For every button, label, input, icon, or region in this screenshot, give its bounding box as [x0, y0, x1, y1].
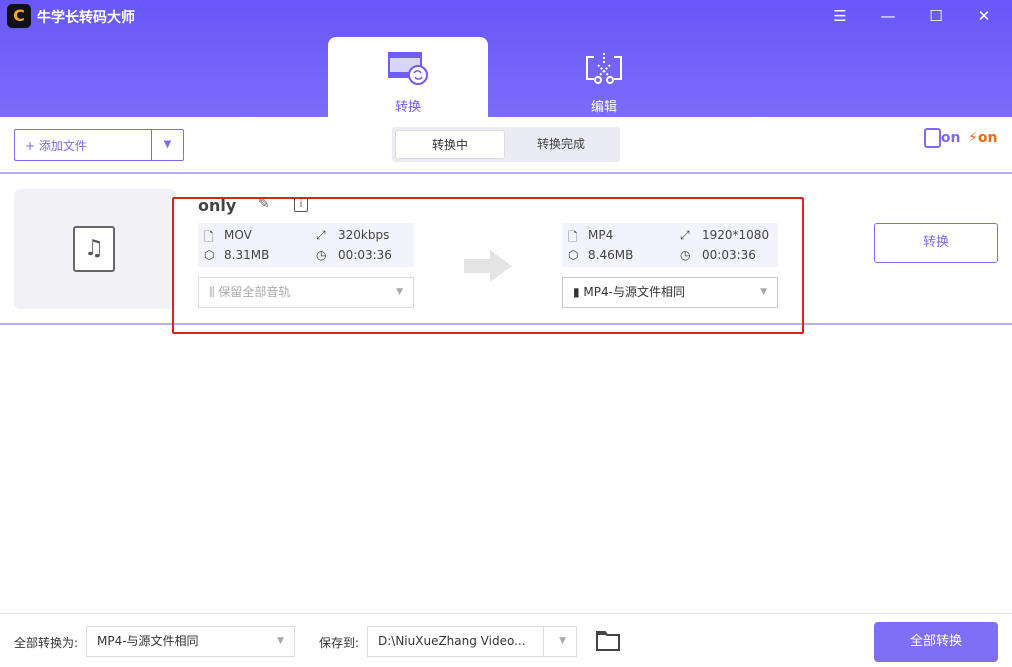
app-title: 牛学长转码大师 [37, 10, 135, 26]
add-file-label: 添加文件 [38, 138, 87, 153]
tab-converting[interactable]: 转换中 [395, 130, 505, 159]
footer: 全部转换为: MP4-与源文件相同 ▼ 保存到: D:\NiuXueZhang V… [0, 613, 1012, 667]
add-file-main[interactable]: + 添加文件 [15, 137, 151, 154]
gpu-on-label: on [940, 130, 961, 146]
tab-convert[interactable]: 转换 [328, 37, 488, 117]
speed-on-label: on [977, 130, 998, 146]
convert-video-icon [388, 52, 428, 85]
gpu-acceleration-icon[interactable]: on [924, 128, 961, 148]
scissors-icon [586, 53, 622, 84]
speed-boost-icon[interactable]: ⚡on [968, 130, 997, 146]
highlight-box [172, 197, 804, 334]
folder-icon[interactable] [596, 631, 620, 651]
tab-edit[interactable]: 编辑 [524, 37, 684, 117]
save-to-label: 保存到: [319, 636, 360, 650]
save-path-select[interactable]: D:\NiuXueZhang Video... ▼ [367, 626, 577, 657]
plus-icon: + [25, 138, 36, 153]
add-file-button[interactable]: + 添加文件 ▼ [14, 129, 184, 161]
status-segment: 转换中 转换完成 [392, 127, 620, 162]
title-bar: C 牛学长转码大师 ☰ — ☐ ✕ 转换 编辑 [0, 0, 1012, 117]
minimize-button[interactable]: — [876, 4, 900, 28]
add-file-dropdown[interactable]: ▼ [151, 130, 183, 160]
tab-edit-label: 编辑 [590, 100, 617, 115]
tab-converted[interactable]: 转换完成 [505, 130, 617, 159]
convert-all-format-value: MP4-与源文件相同 [97, 634, 199, 648]
convert-all-to-label: 全部转换为: [14, 636, 79, 650]
convert-button[interactable]: 转换 [874, 223, 998, 263]
divider [0, 172, 1012, 174]
file-thumbnail: ♫ [14, 189, 176, 309]
chevron-down-icon: ▼ [559, 636, 566, 646]
close-button[interactable]: ✕ [972, 4, 996, 28]
maximize-button[interactable]: ☐ [924, 4, 948, 28]
tab-convert-label: 转换 [394, 100, 421, 115]
music-note-icon: ♫ [73, 226, 115, 272]
save-path-value: D:\NiuXueZhang Video... [378, 634, 526, 648]
menu-icon[interactable]: ☰ [828, 4, 852, 28]
convert-all-format-select[interactable]: MP4-与源文件相同 ▼ [86, 626, 295, 657]
chevron-down-icon: ▼ [277, 636, 284, 646]
app-logo: C [7, 4, 31, 28]
convert-all-button[interactable]: 全部转换 [874, 622, 998, 662]
